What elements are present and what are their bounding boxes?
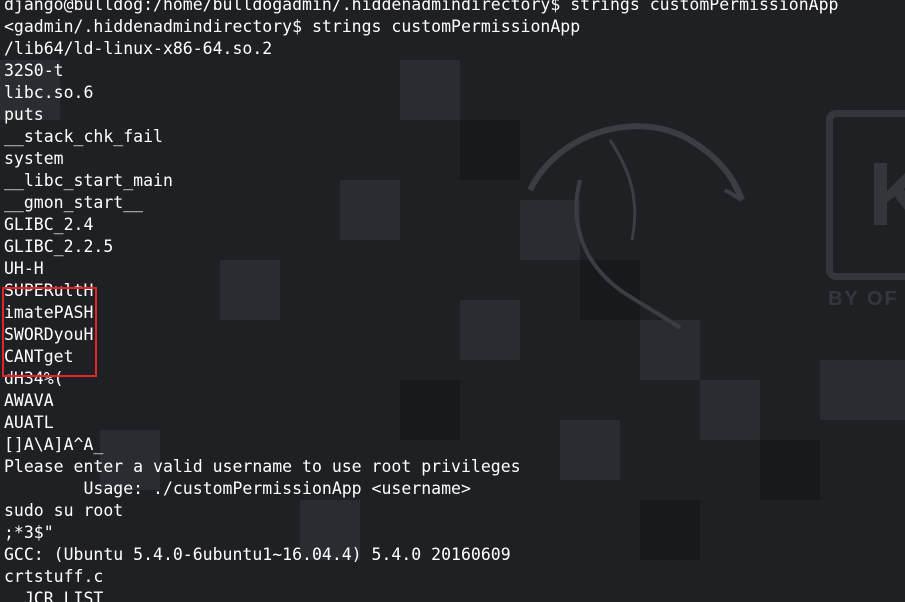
terminal-line: __stack_chk_fail [4,127,163,146]
terminal-line: /lib64/ld-linux-x86-64.so.2 [4,39,273,58]
terminal-line: django@bulldog:/home/bulldogadmin/.hidde… [4,0,839,14]
terminal-line: AWAVA [4,391,54,410]
terminal-line: Usage: ./customPermissionApp <username> [4,479,471,498]
terminal-line: GLIBC_2.2.5 [4,237,114,256]
terminal-line: <gadmin/.hiddenadmindirectory$ strings c… [4,17,581,36]
terminal-line: GLIBC_2.4 [4,215,94,234]
terminal-line: __JCR_LIST__ [4,589,124,602]
terminal-line: Please enter a valid username to use roo… [4,457,521,476]
terminal-line: __libc_start_main [4,171,173,190]
terminal-line: puts [4,105,44,124]
highlight-annotation-box [2,287,97,377]
terminal-line: ;*3$" [4,523,54,542]
terminal-line: []A\A]A^A_ [4,435,104,454]
terminal-line: system [4,149,64,168]
terminal-line: SWORDyouH [4,325,94,344]
wallpaper-logo-caption: BY OF [828,288,899,310]
terminal-line: AUATL [4,413,54,432]
terminal-output[interactable]: django@bulldog:/home/bulldogadmin/.hidde… [4,0,838,602]
terminal-line: libc.so.6 [4,83,94,102]
terminal-line: __gmon_start__ [4,193,144,212]
terminal-line: dH34%( [4,369,64,388]
terminal-line: CANTget [4,347,74,366]
terminal-line: 32S0-t [4,61,64,80]
terminal-line: SUPERultH [4,281,94,300]
terminal-line: UH-H [4,259,44,278]
terminal-window[interactable]: K BY OF django@bulldog:/home/bulldogadmi… [0,0,905,602]
terminal-line: GCC: (Ubuntu 5.4.0-6ubuntu1~16.04.4) 5.4… [4,545,511,564]
terminal-line: sudo su root [4,501,124,520]
terminal-line: imatePASH [4,303,94,322]
terminal-line: crtstuff.c [4,567,104,586]
wallpaper-logo-letter: K [868,145,905,245]
